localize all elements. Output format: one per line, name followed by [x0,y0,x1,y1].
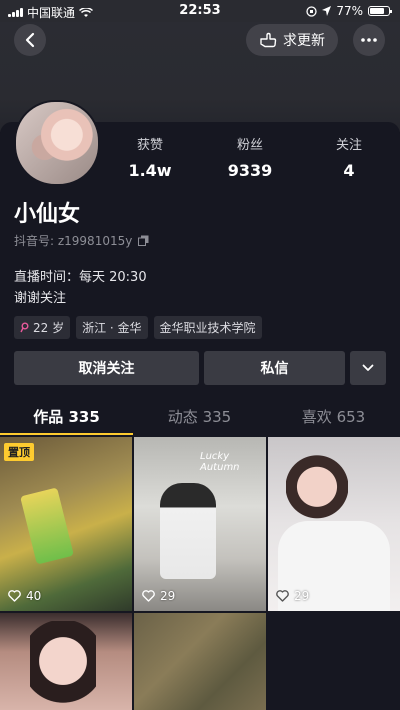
stat-value: 4 [343,161,355,180]
like-count-value: 29 [160,589,176,603]
status-bar: 中国联通 22:53 77% [0,0,400,22]
video-thumbnail[interactable]: 29 [268,437,400,611]
battery-fill [370,8,384,14]
person-in-mirror-image [160,483,216,579]
bio-line: 直播时间：每天 20:30 [14,270,147,285]
request-update-button[interactable]: 求更新 [246,24,338,56]
stat-label: 粉丝 [236,138,263,153]
heart-icon [8,590,21,602]
unfollow-button[interactable]: 取消关注 [14,351,199,385]
stat-following[interactable]: 关注 4 [309,134,389,180]
age-tag: 22 岁 [14,316,71,339]
portrait-face-image [30,621,96,710]
stat-value: 1.4w [128,161,172,180]
female-icon [20,322,29,333]
video-thumbnail[interactable]: Lucky Autumn 29 [134,437,266,611]
tab-activity[interactable]: 动态 335 [133,406,266,427]
heart-icon [276,590,289,602]
battery-icon [368,6,392,16]
copy-icon[interactable] [138,235,149,246]
like-count-value: 40 [26,589,42,603]
selfie-face-image [286,445,348,521]
like-count: 40 [8,589,41,603]
chevron-down-icon [362,364,374,371]
hand-point-icon [260,32,277,48]
active-tab-indicator [0,433,133,435]
video-grid: 置顶 40 Lucky Autumn 29 29 [0,437,400,710]
status-right: 77% [306,4,392,18]
douyin-id-text: 抖音号: z19981015y [14,234,133,248]
location-icon [322,6,332,16]
content-tabs: 作品 335 动态 335 喜欢 653 [0,398,400,436]
school-tag: 金华职业技术学院 [153,316,262,339]
recommend-toggle-button[interactable] [350,351,386,385]
video-thumbnail[interactable] [134,613,266,710]
douyin-id: 抖音号: z19981015y [14,232,149,249]
video-overlay-text: Lucky Autumn [200,451,240,473]
message-button[interactable]: 私信 [204,351,345,385]
video-thumbnail[interactable]: 置顶 40 [0,437,132,611]
tab-works[interactable]: 作品 335 [0,406,133,427]
stat-value: 9339 [227,161,273,180]
drink-carton-image [20,487,74,565]
pinned-badge: 置顶 [4,443,34,461]
back-button[interactable] [14,24,46,56]
chevron-left-icon [25,32,35,48]
like-count: 29 [142,589,175,603]
like-count-value: 29 [294,589,310,603]
tab-likes[interactable]: 喜欢 653 [267,406,400,427]
orientation-lock-icon [306,5,317,17]
location-tag: 浙江 · 金华 [76,316,148,339]
stat-likes[interactable]: 获赞 1.4w [110,134,190,180]
stat-followers[interactable]: 粉丝 9339 [210,134,290,180]
video-thumbnail[interactable] [0,613,132,710]
heart-icon [142,590,155,602]
age-text: 22 岁 [33,321,65,335]
bio-line: 谢谢关注 [14,291,67,306]
profile-name: 小仙女 [14,202,81,227]
profile-tags: 22 岁 浙江 · 金华 金华职业技术学院 [14,316,262,339]
more-dots-icon [361,38,377,42]
request-update-label: 求更新 [283,33,325,49]
like-count: 29 [276,589,309,603]
more-options-button[interactable] [353,24,385,56]
stat-label: 获赞 [136,138,163,153]
battery-percent: 77% [336,4,363,18]
avatar[interactable] [14,100,100,186]
stat-label: 关注 [335,138,362,153]
